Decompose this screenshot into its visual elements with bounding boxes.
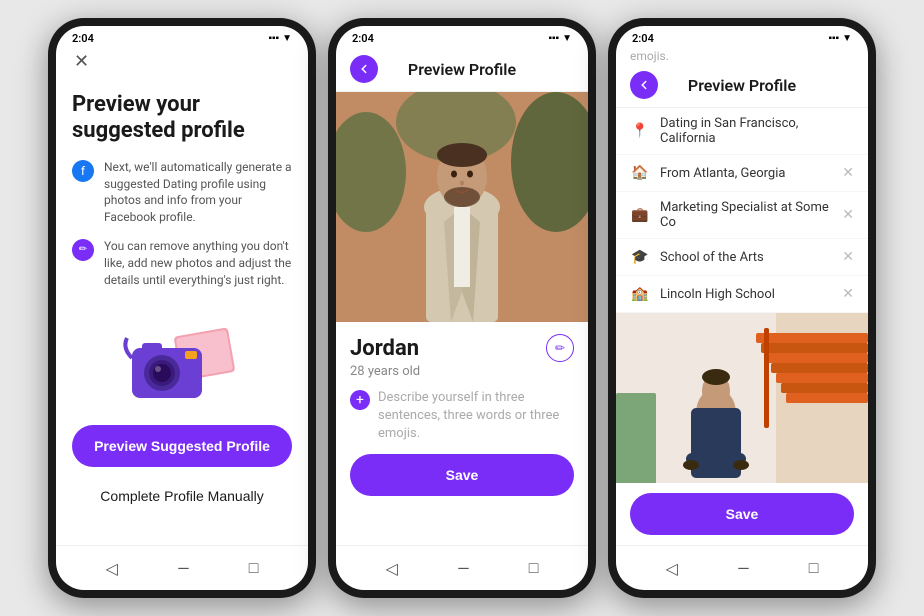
- phone-2-screen: 2:04 ▪▪▪ ▼ Preview Profile: [336, 26, 588, 590]
- detail-text-2: Marketing Specialist at Some Co: [660, 200, 832, 230]
- phone-3: 2:04 ▪▪▪ ▼ emojis. Preview Profile: [608, 18, 876, 598]
- close-button[interactable]: ✕: [70, 47, 93, 76]
- remove-button-4[interactable]: ✕: [842, 286, 854, 302]
- nav-bar-2: Preview Profile: [336, 47, 588, 92]
- graduation-icon: 🎓: [630, 247, 650, 267]
- home-icon: 🏠: [630, 163, 650, 183]
- status-icons-1: ▪▪▪ ▼: [268, 33, 292, 44]
- profile-person-svg: [336, 92, 588, 322]
- edit-button[interactable]: ✏: [546, 334, 574, 362]
- nav-title-3: Preview Profile: [658, 76, 826, 95]
- back-nav-1[interactable]: ◁: [94, 555, 130, 582]
- back-nav-3[interactable]: ◁: [654, 555, 690, 582]
- status-bar-1: 2:04 ▪▪▪ ▼: [56, 26, 308, 47]
- status-bar-3: 2:04 ▪▪▪ ▼: [616, 26, 868, 47]
- phone-3-screen: 2:04 ▪▪▪ ▼ emojis. Preview Profile: [616, 26, 868, 590]
- bottom-nav-3: ◁ — □: [616, 545, 868, 590]
- detail-item-0: 📍 Dating in San Francisco, California: [616, 108, 868, 155]
- remove-button-3[interactable]: ✕: [842, 249, 854, 265]
- profile-image-2: [336, 92, 588, 322]
- bottom-nav-2: ◁ — □: [336, 545, 588, 590]
- back-nav-2[interactable]: ◁: [374, 555, 410, 582]
- time-3: 2:04: [632, 32, 654, 45]
- detail-item-2: 💼 Marketing Specialist at Some Co ✕: [616, 192, 868, 239]
- home-nav-1[interactable]: —: [165, 555, 202, 582]
- phones-container: 2:04 ▪▪▪ ▼ ✕ Preview your suggested prof…: [38, 8, 886, 608]
- phone1-content: Preview your suggested profile f Next, w…: [56, 76, 308, 545]
- detail-text-0: Dating in San Francisco, California: [660, 116, 854, 146]
- camera-illustration: [117, 313, 247, 413]
- recent-nav-3[interactable]: □: [797, 554, 831, 582]
- phone3-save-area: Save: [616, 483, 868, 545]
- complete-profile-manually-button[interactable]: Complete Profile Manually: [72, 475, 292, 517]
- nav-bar-3: Preview Profile: [616, 63, 868, 108]
- detail-item-4: 🏫 Lincoln High School ✕: [616, 276, 868, 313]
- plus-icon: +: [350, 390, 370, 410]
- status-icons-2: ▪▪▪ ▼: [548, 33, 572, 44]
- phone3-detail-list: 📍 Dating in San Francisco, California 🏠 …: [616, 108, 868, 483]
- top-label-3: emojis.: [616, 47, 868, 63]
- describe-row: + Describe yourself in three sentences, …: [350, 389, 574, 444]
- info-text-facebook: Next, we'll automatically generate a sug…: [104, 159, 292, 226]
- save-button-3[interactable]: Save: [630, 493, 854, 535]
- remove-button-2[interactable]: ✕: [842, 207, 854, 223]
- detail-text-3: School of the Arts: [660, 250, 832, 265]
- status-bar-2: 2:04 ▪▪▪ ▼: [336, 26, 588, 47]
- detail-item-3: 🎓 School of the Arts ✕: [616, 239, 868, 276]
- facebook-icon: f: [72, 160, 94, 182]
- illustration: [72, 300, 292, 425]
- time-1: 2:04: [72, 32, 94, 45]
- school-icon: 🏫: [630, 284, 650, 304]
- phone-2: 2:04 ▪▪▪ ▼ Preview Profile: [328, 18, 596, 598]
- status-icons-3: ▪▪▪ ▼: [828, 33, 852, 44]
- info-text-pencil: You can remove anything you don't like, …: [104, 238, 292, 288]
- pencil-icon: ✏: [72, 239, 94, 261]
- recent-nav-2[interactable]: □: [517, 554, 551, 582]
- profile-name-row: Jordan ✏: [350, 334, 574, 362]
- describe-text: Describe yourself in three sentences, th…: [378, 389, 574, 444]
- profile-photo-svg: [616, 313, 868, 483]
- home-nav-2[interactable]: —: [445, 555, 482, 582]
- back-button-3[interactable]: [630, 71, 658, 99]
- briefcase-icon: 💼: [630, 205, 650, 225]
- bottom-nav-1: ◁ — □: [56, 545, 308, 590]
- profile-photo-3: [616, 313, 868, 483]
- remove-button-1[interactable]: ✕: [842, 165, 854, 181]
- info-item-facebook: f Next, we'll automatically generate a s…: [72, 159, 292, 226]
- save-button-2[interactable]: Save: [350, 454, 574, 496]
- detail-item-1: 🏠 From Atlanta, Georgia ✕: [616, 155, 868, 192]
- profile-name: Jordan: [350, 336, 419, 361]
- phone-1: 2:04 ▪▪▪ ▼ ✕ Preview your suggested prof…: [48, 18, 316, 598]
- recent-nav-1[interactable]: □: [237, 554, 271, 582]
- location-icon: 📍: [630, 121, 650, 141]
- profile-age: 28 years old: [350, 364, 574, 379]
- phone1-actions: Preview Suggested Profile Complete Profi…: [72, 425, 292, 529]
- info-item-pencil: ✏ You can remove anything you don't like…: [72, 238, 292, 288]
- home-nav-3[interactable]: —: [725, 555, 762, 582]
- preview-suggested-profile-button[interactable]: Preview Suggested Profile: [72, 425, 292, 467]
- detail-text-1: From Atlanta, Georgia: [660, 166, 832, 181]
- detail-text-4: Lincoln High School: [660, 287, 832, 302]
- back-button-2[interactable]: [350, 55, 378, 83]
- phone2-info: Jordan ✏ 28 years old + Describe yoursel…: [336, 322, 588, 545]
- phone-1-screen: 2:04 ▪▪▪ ▼ ✕ Preview your suggested prof…: [56, 26, 308, 590]
- page-title-1: Preview your suggested profile: [72, 92, 292, 145]
- time-2: 2:04: [352, 32, 374, 45]
- nav-title-2: Preview Profile: [378, 60, 546, 79]
